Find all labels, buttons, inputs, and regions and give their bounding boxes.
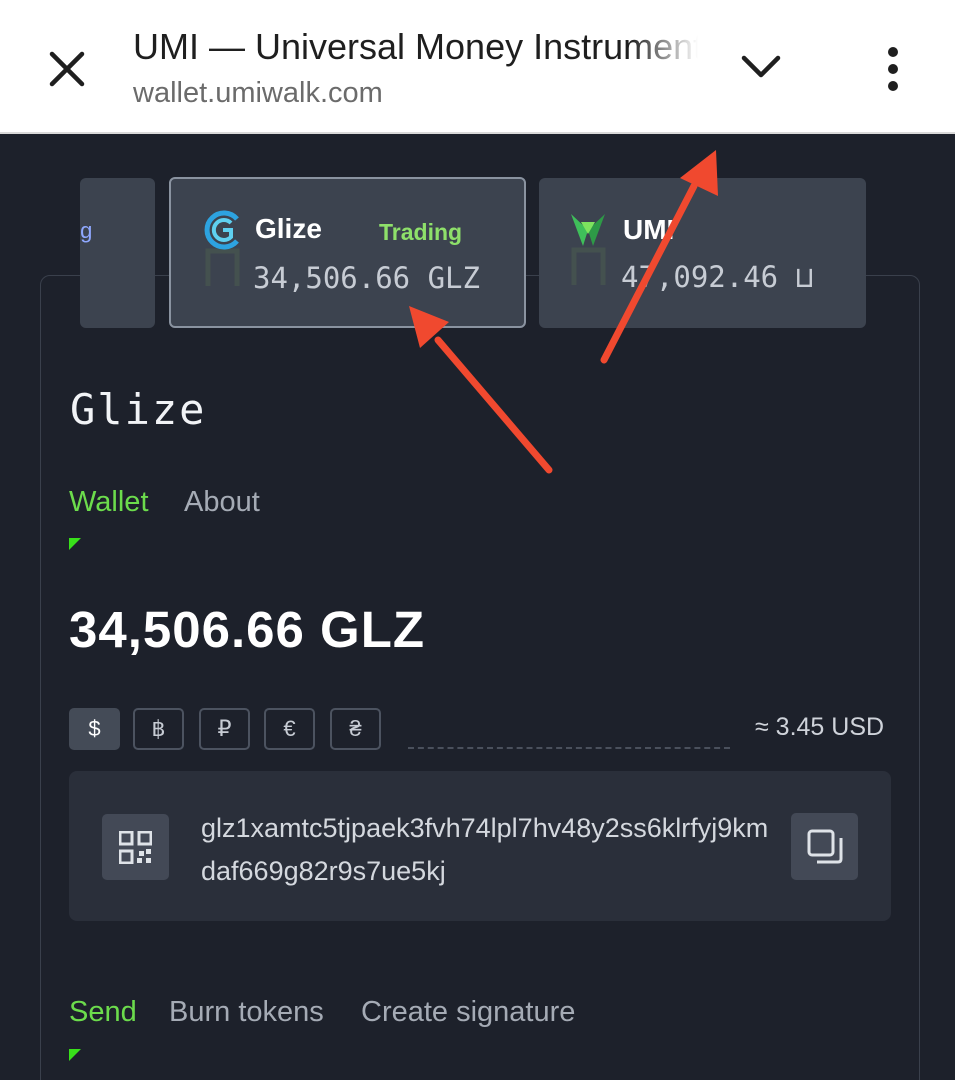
app-content: ıg ⊓ Glize Trading 34,506.66 GLZ ⊓ UMI 4…	[0, 136, 955, 1080]
currency-rub-button[interactable]: ₽	[199, 708, 250, 750]
page-title-bar: UMI — Universal Money Instrument	[133, 26, 698, 67]
qr-code-button[interactable]	[102, 814, 169, 880]
wallet-balance: 34,506.66 GLZ	[69, 601, 426, 658]
token-partial-label: ıg	[80, 218, 93, 243]
currency-eur-button[interactable]: €	[264, 708, 315, 750]
more-vert-icon[interactable]	[878, 44, 908, 94]
browser-toolbar: UMI — Universal Money Instrument wallet.…	[0, 0, 955, 134]
approx-usd-value: ≈ 3.45 USD	[755, 713, 885, 741]
page-url[interactable]: wallet.umiwalk.com	[133, 77, 383, 110]
active-tab-indicator	[69, 538, 81, 550]
token-card-umi[interactable]: ⊓ UMI 47,092.46 ⊔	[539, 178, 866, 328]
copy-icon	[807, 829, 843, 864]
tab-send[interactable]: Send	[69, 996, 137, 1029]
qr-code-icon	[119, 831, 152, 864]
token-card-glize[interactable]: ⊓ Glize Trading 34,506.66 GLZ	[169, 177, 526, 328]
glize-logo-icon	[204, 210, 239, 250]
tab-wallet[interactable]: Wallet	[69, 486, 149, 519]
currency-btc-button[interactable]: ฿	[133, 708, 184, 750]
tab-about[interactable]: About	[184, 486, 260, 519]
wallet-address[interactable]: glz1xamtc5tjpaek3fvh74lpl7hv48y2ss6klrfy…	[201, 807, 771, 893]
currency-uah-button[interactable]: ₴	[330, 708, 381, 750]
token-title: Glize	[70, 385, 207, 434]
token-name: Glize	[255, 213, 322, 244]
currency-usd-button[interactable]: $	[69, 708, 120, 750]
tab-burn-tokens[interactable]: Burn tokens	[169, 996, 324, 1029]
token-balance: 34,506.66 GLZ	[253, 261, 480, 295]
chevron-down-icon[interactable]	[738, 50, 784, 86]
token-card-partial[interactable]: ıg	[80, 178, 155, 328]
active-tab-indicator	[69, 1049, 81, 1061]
close-icon[interactable]	[44, 46, 90, 92]
address-box: glz1xamtc5tjpaek3fvh74lpl7hv48y2ss6klrfy…	[69, 771, 891, 921]
token-name: UMI	[623, 214, 675, 245]
copy-address-button[interactable]	[791, 813, 858, 880]
umi-logo-icon	[571, 214, 605, 246]
token-balance: 47,092.46 ⊔	[621, 260, 814, 294]
dotted-divider	[408, 747, 730, 749]
tab-create-signature[interactable]: Create signature	[361, 996, 575, 1029]
trading-badge: Trading	[379, 219, 463, 245]
